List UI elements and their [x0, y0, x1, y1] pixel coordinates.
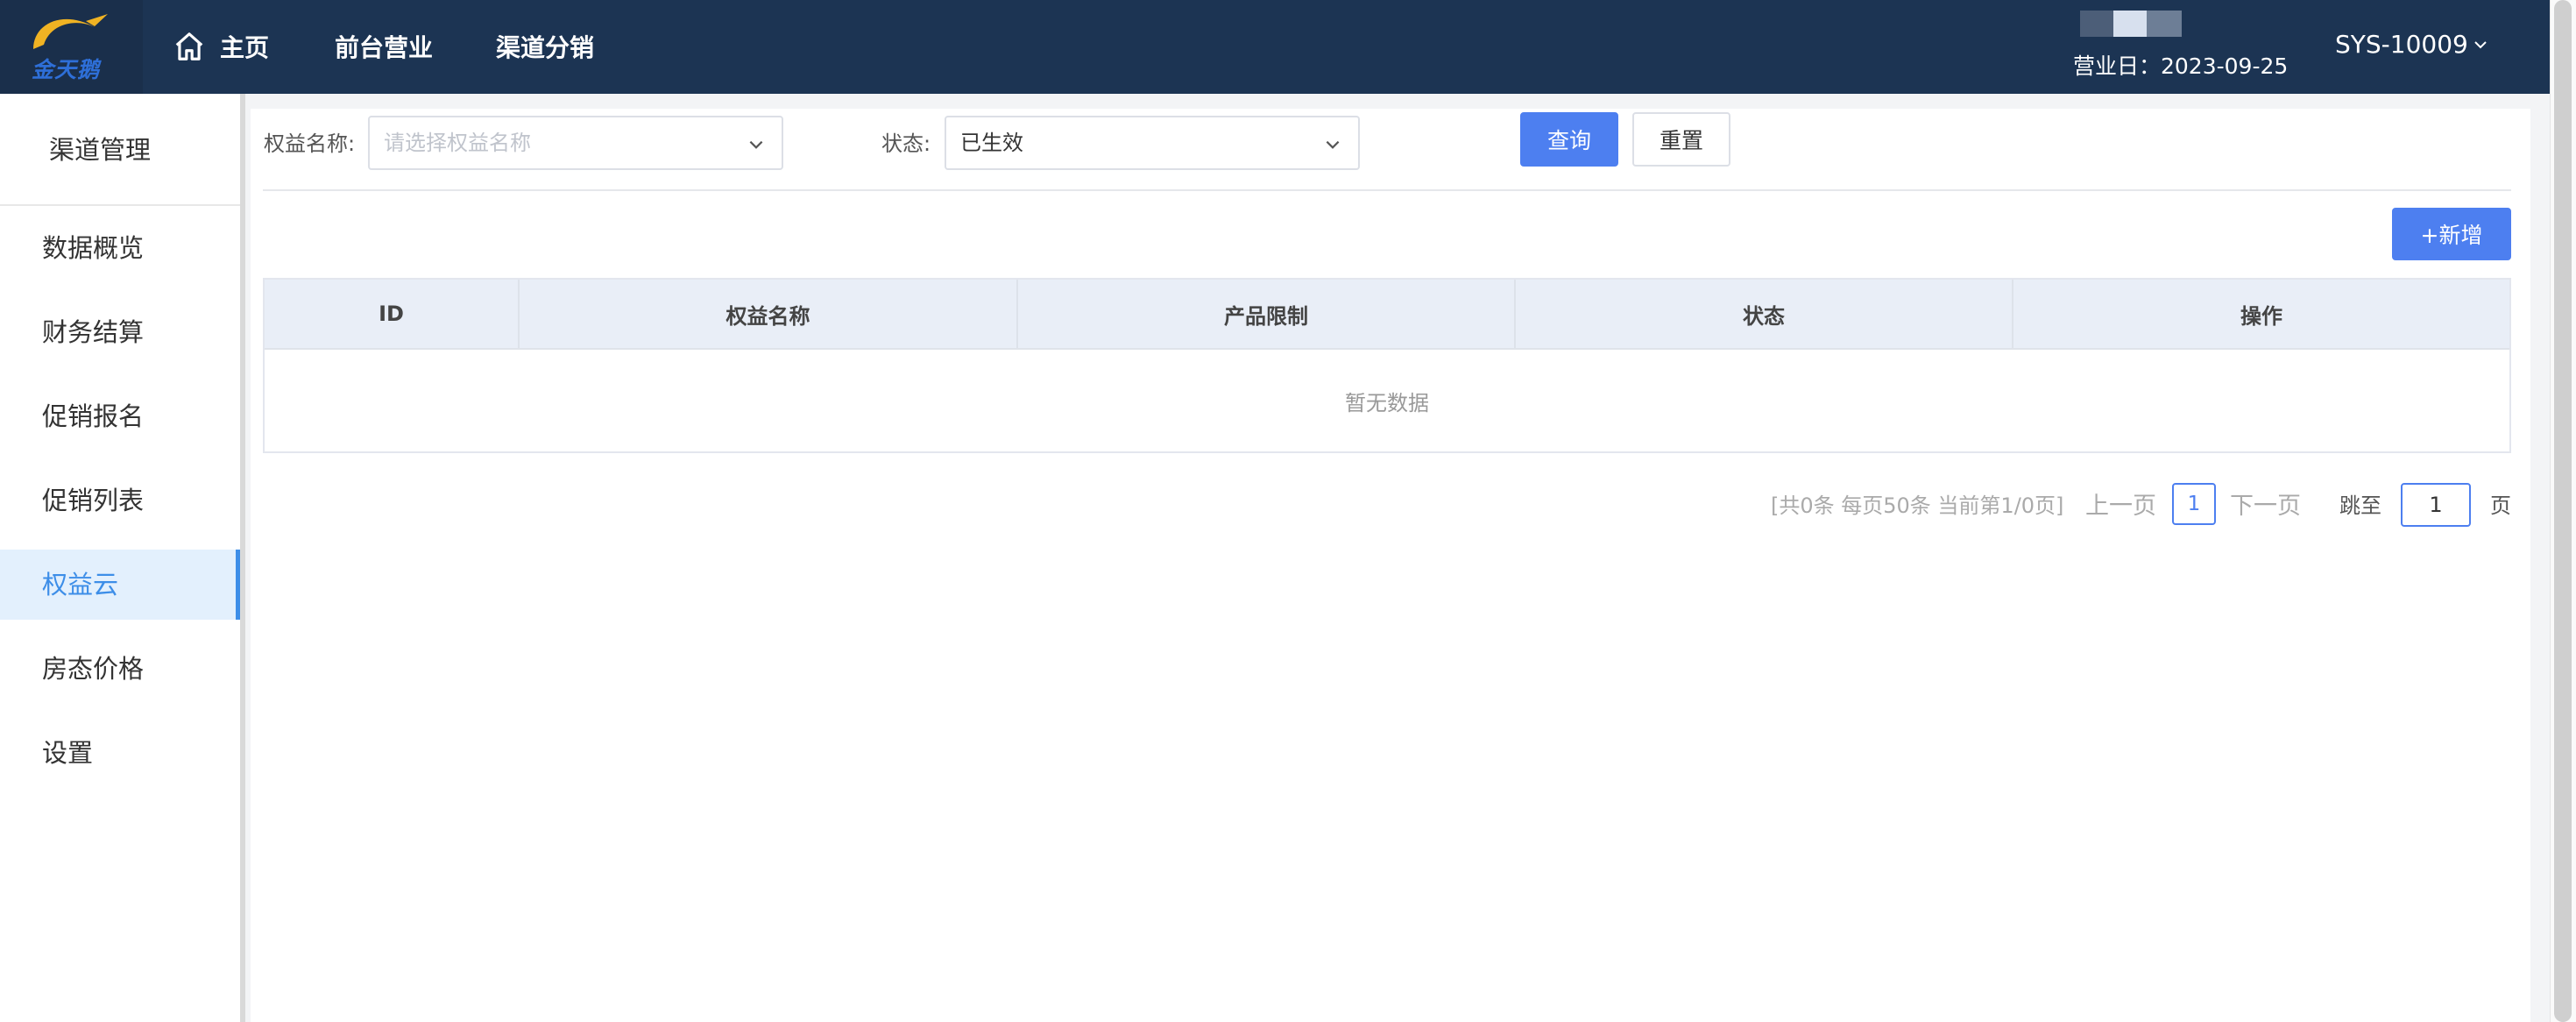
nav-front-desk-label: 前台营业 — [335, 33, 434, 62]
add-button[interactable]: +新增 — [2392, 208, 2511, 260]
next-page-button[interactable]: 下一页 — [2230, 481, 2301, 525]
swan-logo-icon — [33, 14, 108, 49]
top-navigation-bar: 金天鹅 主页 前台营业 渠道分销 营业日：2023-09-25 SYS-1000… — [0, 0, 2550, 94]
jump-label: 跳至 — [2339, 493, 2381, 518]
column-header-id[interactable]: ID — [265, 280, 520, 348]
current-page-button[interactable]: 1 — [2172, 483, 2216, 525]
sidebar-item-rights-cloud[interactable]: 权益云 — [0, 550, 240, 620]
user-menu[interactable]: SYS-10009 — [2335, 30, 2489, 59]
column-header-product-limit[interactable]: 产品限制 — [1018, 280, 1516, 348]
sidebar-item-data-overview[interactable]: 数据概览 — [0, 213, 240, 283]
rights-name-label: 权益名称: — [264, 131, 356, 156]
table-header: ID 权益名称 产品限制 状态 操作 — [265, 280, 2509, 350]
sidebar-item-room-price[interactable]: 房态价格 — [0, 634, 240, 704]
user-id: SYS-10009 — [2335, 30, 2468, 59]
column-header-actions[interactable]: 操作 — [2013, 280, 2509, 348]
sidebar-title: 渠道管理 — [0, 94, 240, 206]
nav-home[interactable]: 主页 — [173, 26, 269, 67]
nav-channel-distribution-label: 渠道分销 — [496, 33, 595, 62]
rights-name-select[interactable]: 请选择权益名称 — [368, 116, 783, 170]
brand-name: 金天鹅 — [32, 57, 101, 82]
rights-name-placeholder: 请选择权益名称 — [384, 131, 531, 155]
business-date: 营业日：2023-09-25 — [2073, 53, 2289, 79]
column-header-status[interactable]: 状态 — [1516, 280, 2013, 348]
nav-channel-distribution[interactable]: 渠道分销 — [496, 26, 594, 67]
chevron-down-icon — [2474, 40, 2487, 48]
sidebar: 渠道管理 数据概览 财务结算 促销报名 促销列表 权益云 房态价格 设置 — [0, 94, 245, 1022]
page-suffix: 页 — [2490, 493, 2511, 518]
nav-home-label: 主页 — [220, 33, 270, 62]
sidebar-item-settings[interactable]: 设置 — [0, 718, 240, 788]
sidebar-item-promo-list[interactable]: 促销列表 — [0, 465, 240, 536]
pagination-summary: [共0条 每页50条 当前第1/0页] — [1771, 493, 2064, 518]
chevron-down-icon — [1326, 140, 1340, 149]
filter-divider — [263, 189, 2511, 191]
status-label: 状态: — [881, 131, 931, 156]
sidebar-item-promo-signup[interactable]: 促销报名 — [0, 381, 240, 451]
brand-logo[interactable]: 金天鹅 — [0, 0, 143, 94]
main-content: 权益名称: 请选择权益名称 状态: 已生效 查询 重置 +新增 ID 权益名称 … — [251, 109, 2530, 1022]
reset-button[interactable]: 重置 — [1632, 112, 1730, 167]
page-scrollbar[interactable] — [2550, 0, 2576, 1022]
chevron-down-icon — [749, 140, 763, 149]
nav-front-desk[interactable]: 前台营业 — [335, 26, 433, 67]
status-select[interactable]: 已生效 — [945, 116, 1360, 170]
rights-table: ID 权益名称 产品限制 状态 操作 暂无数据 — [263, 278, 2511, 453]
empty-state: 暂无数据 — [1345, 390, 1429, 415]
status-selected-value: 已生效 — [960, 131, 1023, 155]
column-header-rights-name[interactable]: 权益名称 — [520, 280, 1018, 348]
home-icon — [175, 32, 203, 60]
query-button[interactable]: 查询 — [1520, 112, 1618, 167]
scrollbar-thumb[interactable] — [2554, 0, 2572, 1022]
prev-page-button[interactable]: 上一页 — [2085, 481, 2156, 525]
jump-page-input[interactable] — [2401, 483, 2471, 527]
blurred-avatar — [2080, 11, 2182, 37]
sidebar-item-finance[interactable]: 财务结算 — [0, 297, 240, 367]
